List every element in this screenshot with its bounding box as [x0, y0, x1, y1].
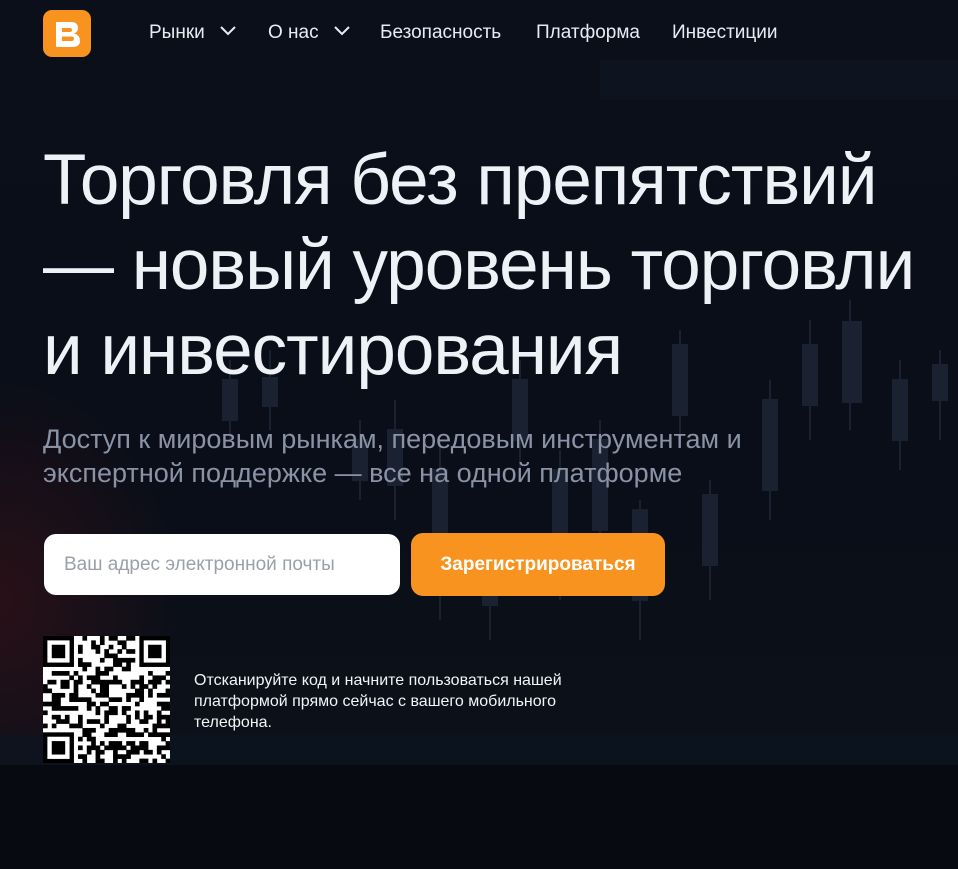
brand-logo[interactable]	[43, 10, 91, 57]
page-footer-area	[0, 765, 958, 869]
qr-code-icon	[43, 636, 171, 764]
subtitle-line: Доступ к мировым рынкам, передовым инстр…	[43, 424, 742, 454]
nav-item-label: Платформа	[536, 22, 640, 43]
hero-headline: Торговля без препятствий — новый уровень…	[43, 138, 958, 393]
qr-description: Отсканируйте код и начните пользоваться …	[194, 670, 614, 733]
qr-text-line: платформой прямо сейчас с вашего мобильн…	[194, 693, 557, 710]
nav-item-security[interactable]: Безопасность	[380, 20, 501, 46]
headline-line: — новый уровень торговли	[43, 226, 915, 305]
headline-line: и инвестирования	[43, 311, 623, 390]
top-navigation: Рынки О нас Безопасность Платформа Инвес…	[0, 0, 958, 66]
hero-section: Рынки О нас Безопасность Платформа Инвес…	[0, 0, 958, 765]
qr-text-line: телефона.	[194, 714, 272, 731]
headline-line: Торговля без препятствий	[43, 141, 877, 220]
chevron-down-icon	[220, 18, 236, 44]
nav-item-about[interactable]: О нас	[268, 20, 350, 46]
register-button[interactable]: Зарегистрироваться	[411, 533, 665, 596]
chevron-down-icon	[334, 18, 350, 44]
nav-item-label: Инвестиции	[672, 22, 778, 43]
nav-item-label: Рынки	[149, 22, 205, 44]
brand-logo-icon	[56, 22, 80, 47]
nav-item-label: Безопасность	[380, 22, 502, 43]
nav-item-label: О нас	[268, 22, 319, 44]
nav-item-markets[interactable]: Рынки	[149, 20, 236, 46]
email-input[interactable]	[44, 534, 400, 595]
nav-item-investments[interactable]: Инвестиции	[672, 20, 778, 46]
subtitle-line: экспертной поддержке — все на одной плат…	[43, 458, 683, 488]
hero-subtitle: Доступ к мировым рынкам, передовым инстр…	[43, 422, 843, 490]
qr-code	[43, 636, 171, 764]
qr-text-line: Отсканируйте код и начните пользоваться …	[194, 672, 562, 689]
nav-item-platform[interactable]: Платформа	[536, 20, 640, 46]
